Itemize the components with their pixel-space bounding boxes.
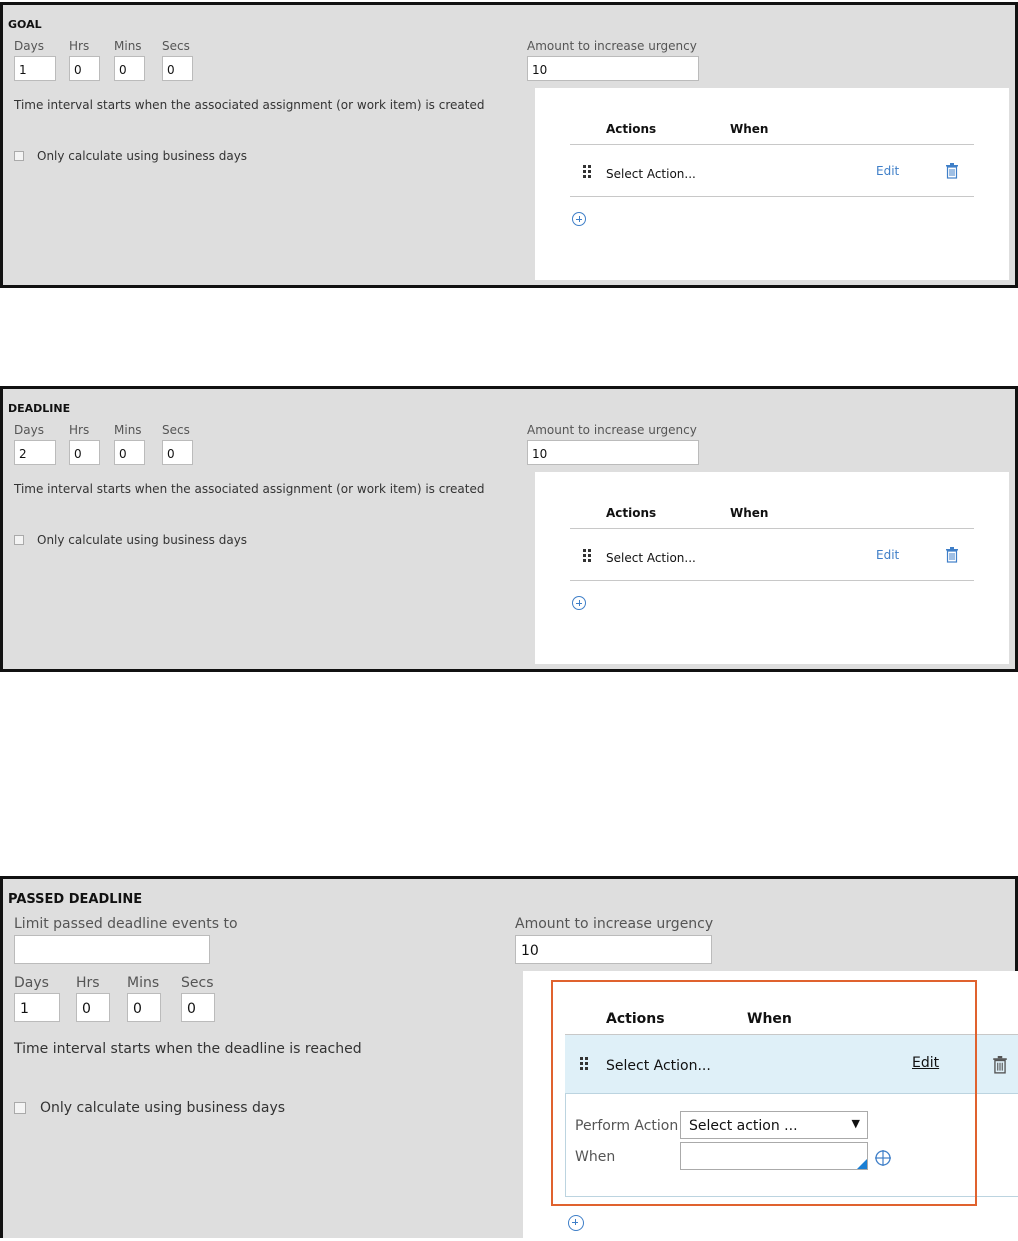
hrs-label: Hrs bbox=[76, 975, 100, 991]
trash-icon[interactable] bbox=[945, 163, 959, 179]
business-days-label: Only calculate using business days bbox=[40, 1100, 286, 1116]
limit-input[interactable] bbox=[14, 935, 210, 964]
mins-input[interactable]: 0 bbox=[114, 440, 145, 465]
row-divider bbox=[570, 196, 974, 197]
secs-label: Secs bbox=[162, 423, 190, 437]
limit-label: Limit passed deadline events to bbox=[14, 916, 238, 932]
hrs-label: Hrs bbox=[69, 39, 90, 53]
drag-handle-icon[interactable] bbox=[583, 165, 593, 179]
actions-box: Actions When Select Action... Edit bbox=[535, 472, 1009, 664]
passed-deadline-title: PASSED DEADLINE bbox=[8, 892, 143, 907]
select-action-text: Select Action... bbox=[606, 167, 696, 181]
secs-input[interactable]: 0 bbox=[162, 440, 193, 465]
edit-link[interactable]: Edit bbox=[876, 164, 899, 178]
urgency-input[interactable]: 10 bbox=[527, 56, 699, 81]
goal-panel: GOAL Days Hrs Mins Secs 1 0 0 0 Amount t… bbox=[0, 2, 1018, 288]
secs-input[interactable]: 0 bbox=[181, 993, 215, 1022]
days-input[interactable]: 2 bbox=[14, 440, 56, 465]
deadline-title: DEADLINE bbox=[8, 402, 71, 415]
hrs-input[interactable]: 0 bbox=[69, 56, 100, 81]
actions-box: Actions When Select Action... Edit bbox=[535, 88, 1009, 280]
mins-label: Mins bbox=[114, 39, 142, 53]
when-header: When bbox=[730, 506, 769, 520]
urgency-label: Amount to increase urgency bbox=[527, 39, 697, 53]
mins-label: Mins bbox=[127, 975, 160, 991]
secs-label: Secs bbox=[181, 975, 214, 991]
add-action-icon[interactable] bbox=[568, 1215, 584, 1231]
secs-label: Secs bbox=[162, 39, 190, 53]
interval-text: Time interval starts when the deadline i… bbox=[14, 1041, 362, 1057]
trash-icon[interactable] bbox=[992, 1056, 1008, 1074]
urgency-label: Amount to increase urgency bbox=[527, 423, 697, 437]
days-input[interactable]: 1 bbox=[14, 56, 56, 81]
urgency-label: Amount to increase urgency bbox=[515, 916, 714, 932]
add-action-icon[interactable] bbox=[572, 212, 586, 226]
days-label: Days bbox=[14, 423, 44, 437]
days-label: Days bbox=[14, 39, 44, 53]
business-days-label: Only calculate using business days bbox=[37, 533, 248, 547]
business-days-label: Only calculate using business days bbox=[37, 149, 248, 163]
interval-text: Time interval starts when the associated… bbox=[14, 482, 485, 496]
interval-text: Time interval starts when the associated… bbox=[14, 98, 485, 112]
drag-handle-icon[interactable] bbox=[583, 549, 593, 563]
mins-input[interactable]: 0 bbox=[114, 56, 145, 81]
hrs-label: Hrs bbox=[69, 423, 90, 437]
days-input[interactable]: 1 bbox=[14, 993, 60, 1022]
deadline-panel: DEADLINE Days Hrs Mins Secs 2 0 0 0 Amou… bbox=[0, 386, 1018, 672]
secs-input[interactable]: 0 bbox=[162, 56, 193, 81]
row-divider bbox=[570, 580, 974, 581]
hrs-input[interactable]: 0 bbox=[76, 993, 110, 1022]
mins-label: Mins bbox=[114, 423, 142, 437]
business-days-checkbox[interactable] bbox=[14, 151, 24, 161]
actions-header: Actions bbox=[606, 506, 657, 520]
edit-link[interactable]: Edit bbox=[876, 548, 899, 562]
passed-deadline-panel: PASSED DEADLINE Limit passed deadline ev… bbox=[0, 876, 1018, 1241]
goal-title: GOAL bbox=[8, 18, 42, 31]
days-label: Days bbox=[14, 975, 49, 991]
mins-input[interactable]: 0 bbox=[127, 993, 161, 1022]
urgency-input[interactable]: 10 bbox=[527, 440, 699, 465]
add-action-icon[interactable] bbox=[572, 596, 586, 610]
urgency-input[interactable]: 10 bbox=[515, 935, 712, 964]
hrs-input[interactable]: 0 bbox=[69, 440, 100, 465]
business-days-checkbox[interactable] bbox=[14, 535, 24, 545]
select-action-text: Select Action... bbox=[606, 551, 696, 565]
actions-header: Actions bbox=[606, 122, 657, 136]
header-divider bbox=[570, 528, 974, 529]
header-divider bbox=[570, 144, 974, 145]
highlight-frame bbox=[551, 980, 977, 1206]
trash-icon[interactable] bbox=[945, 547, 959, 563]
business-days-checkbox[interactable] bbox=[14, 1102, 26, 1114]
when-header: When bbox=[730, 122, 769, 136]
